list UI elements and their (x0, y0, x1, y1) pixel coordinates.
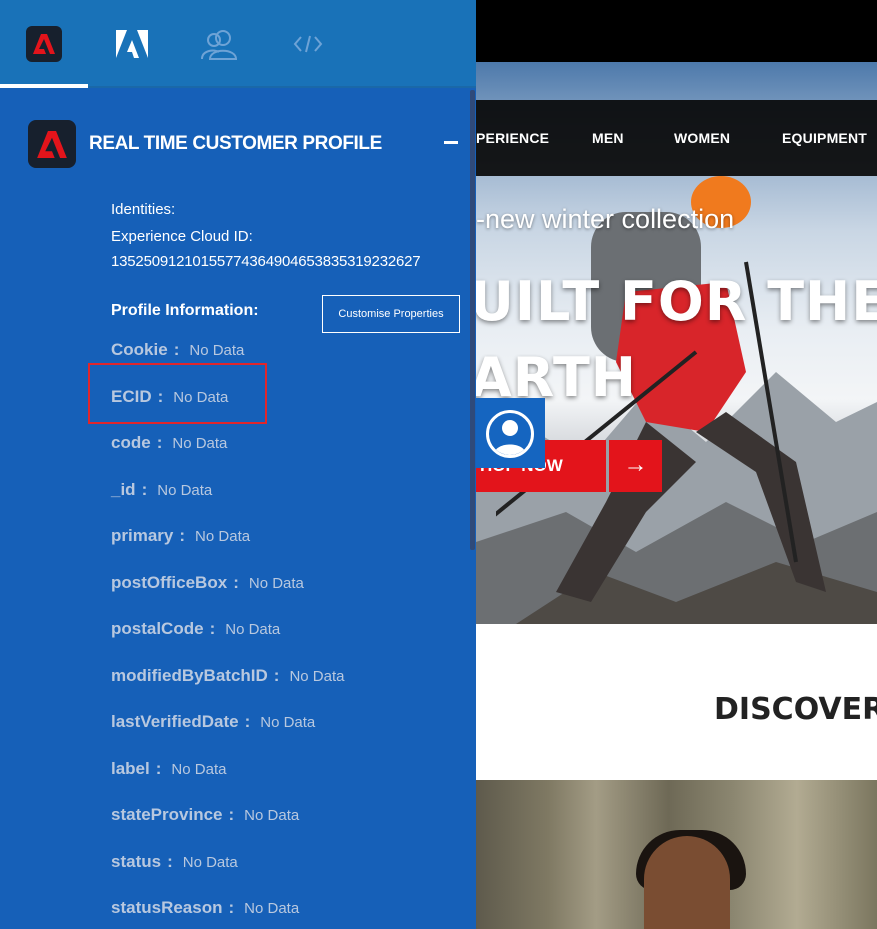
panel-scrollbar[interactable] (470, 90, 475, 550)
property-separator: : (228, 898, 235, 917)
profile-property-row: primary: No Data (111, 526, 250, 546)
property-value: No Data (248, 575, 304, 592)
property-key: postOfficeBox (111, 573, 228, 592)
site-navigation: PERIENCE MEN WOMEN EQUIPMENT (476, 100, 877, 176)
property-key: code (111, 433, 151, 452)
profile-launcher-button[interactable] (476, 398, 545, 468)
tab-bar-divider (88, 86, 476, 88)
website-preview: PERIENCE MEN WOMEN EQUIPMENT -new winter… (476, 0, 877, 929)
woman-figure (644, 836, 730, 929)
property-value: No Data (225, 621, 281, 638)
extension-panel: REAL TIME CUSTOMER PROFILE Identities: E… (0, 0, 476, 929)
nav-item-men[interactable]: MEN (592, 130, 624, 146)
hero-tagline: -new winter collection (476, 204, 735, 234)
property-separator: : (209, 619, 216, 638)
discover-heading: DISCOVER (714, 692, 877, 727)
property-value: No Data (157, 482, 213, 499)
property-key: status (111, 852, 162, 871)
site-top-bar (476, 0, 877, 62)
experience-cloud-id-label: Experience Cloud ID: (111, 228, 253, 245)
profile-information-label: Profile Information: (111, 302, 259, 319)
property-value: No Data (182, 854, 238, 871)
nav-item-experience[interactable]: PERIENCE (476, 130, 549, 146)
profile-property-row: stateProvince: No Data (111, 805, 299, 825)
property-value: No Data (289, 668, 345, 685)
profile-property-row: label: No Data (111, 759, 226, 779)
profile-property-row: code: No Data (111, 433, 227, 453)
profile-property-row: postOfficeBox: No Data (111, 573, 304, 593)
collapse-icon[interactable] (444, 141, 458, 144)
profile-property-row: _id: No Data (111, 480, 212, 500)
experience-cloud-id-value: 13525091210155774364904653835319232627 (111, 253, 421, 270)
arrow-button[interactable]: → (609, 440, 662, 492)
users-icon (201, 30, 238, 60)
property-separator: : (273, 666, 280, 685)
property-value: No Data (189, 342, 245, 359)
property-key: postalCode (111, 619, 204, 638)
property-key: lastVerifiedDate (111, 712, 239, 731)
hero-headline: UILT FOR THE ARTH (476, 264, 877, 416)
property-separator: : (155, 759, 162, 778)
user-avatar-icon (486, 410, 534, 458)
adobe-red-logo-icon (26, 26, 62, 62)
property-separator: : (244, 712, 251, 731)
property-key: Cookie (111, 340, 168, 359)
property-separator: : (179, 526, 186, 545)
profile-property-row: modifiedByBatchID: No Data (111, 666, 345, 686)
profile-property-row: lastVerifiedDate: No Data (111, 712, 315, 732)
property-value: No Data (171, 761, 227, 778)
property-key: _id (111, 480, 136, 499)
property-value: No Data (244, 807, 300, 824)
hero-headline-line1: UILT FOR THE (476, 270, 877, 333)
property-separator: : (156, 433, 163, 452)
adobe-red-logo-icon (28, 120, 76, 168)
code-icon (293, 35, 323, 53)
identities-label: Identities: (111, 201, 176, 218)
property-separator: : (233, 573, 239, 592)
profile-property-row: statusReason: No Data (111, 898, 299, 918)
property-value: No Data (244, 900, 300, 917)
property-separator: : (228, 805, 235, 824)
property-key: primary (111, 526, 174, 545)
section-header: REAL TIME CUSTOMER PROFILE (28, 120, 382, 168)
adobe-logo-icon (116, 30, 148, 58)
active-tab-indicator (0, 84, 88, 88)
profile-property-row: status: No Data (111, 852, 238, 872)
profile-property-row: postalCode: No Data (111, 619, 280, 639)
property-separator: : (173, 340, 180, 359)
property-separator: : (167, 852, 173, 871)
property-key: label (111, 759, 150, 778)
property-value: No Data (195, 528, 251, 545)
profile-property-row: Cookie: No Data (111, 340, 244, 360)
property-key: modifiedByBatchID (111, 666, 268, 685)
customise-properties-button[interactable]: Customise Properties (322, 295, 460, 333)
ecid-highlight-box (88, 363, 267, 424)
nav-item-equipment[interactable]: EQUIPMENT (782, 130, 867, 146)
tab-code[interactable] (264, 0, 352, 88)
property-value: No Data (172, 435, 228, 452)
property-value: No Data (260, 714, 316, 731)
section-title: REAL TIME CUSTOMER PROFILE (89, 133, 382, 154)
property-key: stateProvince (111, 805, 223, 824)
nav-item-women[interactable]: WOMEN (674, 130, 730, 146)
tab-profiles[interactable] (176, 0, 264, 88)
tab-adobe-experience-platform[interactable] (0, 0, 88, 88)
property-separator: : (141, 480, 148, 499)
tab-adobe[interactable] (88, 0, 176, 88)
property-key: statusReason (111, 898, 223, 917)
tab-bar (0, 0, 476, 88)
